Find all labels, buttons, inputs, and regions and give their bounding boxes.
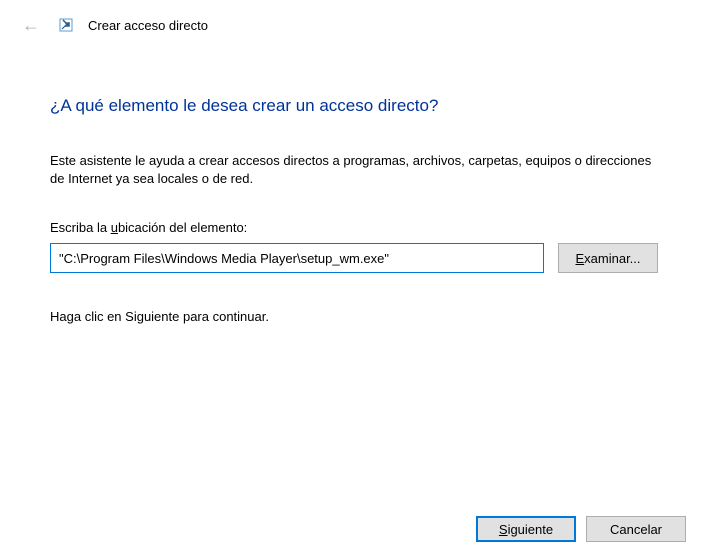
description-text: Este asistente le ayuda a crear accesos …	[50, 152, 658, 188]
continue-instruction: Haga clic en Siguiente para continuar.	[50, 309, 658, 324]
cancel-button[interactable]: Cancelar	[586, 516, 686, 542]
input-row: Examinar...	[50, 243, 658, 273]
page-heading: ¿A qué elemento le desea crear un acceso…	[50, 96, 658, 116]
path-input[interactable]	[50, 243, 544, 273]
browse-button[interactable]: Examinar...	[558, 243, 658, 273]
back-arrow-icon: ←	[18, 14, 44, 36]
wizard-footer: Siguiente Cancelar	[476, 516, 686, 542]
next-button[interactable]: Siguiente	[476, 516, 576, 542]
path-input-label: Escriba la ubicación del elemento:	[50, 220, 658, 235]
wizard-title: Crear acceso directo	[88, 18, 208, 33]
shortcut-icon	[58, 17, 74, 33]
wizard-header: ← Crear acceso directo	[0, 0, 708, 46]
wizard-content: ¿A qué elemento le desea crear un acceso…	[0, 46, 708, 324]
